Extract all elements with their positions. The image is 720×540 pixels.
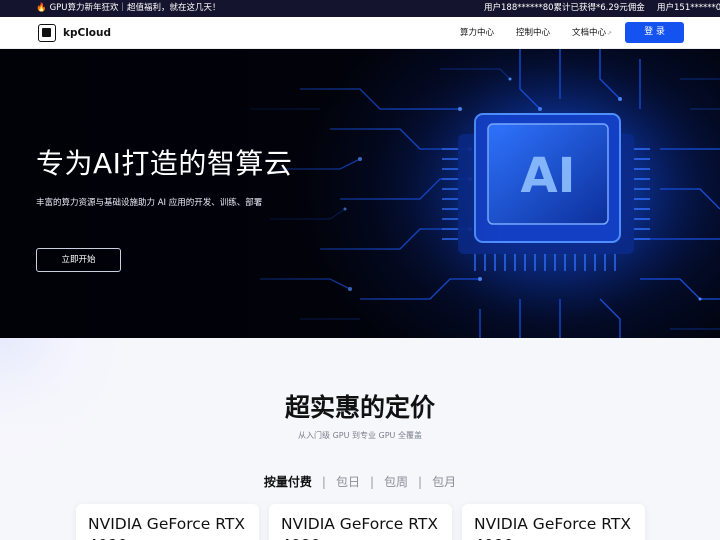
commission-notice: 用户151******09: [657, 3, 720, 13]
hero-overlay: [0, 49, 720, 338]
pricing-subtitle: 从入门级 GPU 到专业 GPU 全覆盖: [298, 431, 422, 440]
brand-name[interactable]: kpCloud: [63, 17, 111, 49]
tab-pay-as-you-go[interactable]: 按量付费: [256, 473, 320, 490]
get-started-button[interactable]: 立即开始: [36, 248, 121, 272]
gpu-card[interactable]: NVIDIA GeForce RTX 4090: [76, 504, 259, 540]
announcement-bar: 🔥 GPU算力新年狂欢｜超值福利，就在这几天！ 用户188******80累计已获…: [0, 0, 720, 17]
gpu-name: NVIDIA GeForce RTX 4090: [88, 515, 245, 540]
promo-text: GPU算力新年狂欢｜超值福利，就在这几天！: [49, 3, 221, 13]
gpu-name: NVIDIA GeForce RTX 4090: [281, 515, 438, 540]
tab-divider: |: [369, 475, 375, 489]
external-link-icon: ↗: [607, 30, 613, 37]
nav-compute-center[interactable]: 算力中心: [460, 17, 494, 49]
tab-daily[interactable]: 包日: [328, 473, 368, 490]
pricing-title: 超实惠的定价: [284, 393, 435, 422]
chip-logo-icon[interactable]: [38, 24, 56, 42]
hero-subtitle: 丰富的算力资源与基础设施助力 AI 应用的开发、训练、部署: [36, 198, 263, 208]
billing-tabs: 按量付费 | 包日 | 包周 | 包月: [0, 473, 720, 490]
tab-weekly[interactable]: 包周: [376, 473, 416, 490]
commission-notice: 用户188******80累计已获得*6.29元佣金: [484, 3, 645, 13]
gpu-card[interactable]: NVIDIA GeForce RTX 4090: [269, 504, 452, 540]
main-navbar: kpCloud 算力中心 控制中心 文档中心↗ 登 录: [0, 17, 720, 49]
hero-title: 专为AI打造的智算云: [36, 147, 293, 180]
gpu-card[interactable]: NVIDIA GeForce RTX 4090: [462, 504, 645, 540]
nav-console[interactable]: 控制中心: [516, 17, 550, 49]
tab-divider: |: [321, 475, 326, 489]
promo-banner[interactable]: 🔥 GPU算力新年狂欢｜超值福利，就在这几天！: [36, 0, 221, 17]
tab-divider: |: [418, 475, 423, 489]
login-button[interactable]: 登 录: [625, 22, 684, 43]
gpu-name: NVIDIA GeForce RTX 4090: [474, 515, 631, 540]
fire-icon: 🔥: [36, 3, 47, 13]
hero-banner: AI 专为AI打造的智算云 丰富的算力资源与基础设施助力 AI 应用的开发、训练…: [0, 49, 720, 338]
tab-monthly[interactable]: 包月: [424, 473, 464, 490]
nav-docs[interactable]: 文档中心↗: [572, 17, 612, 50]
pricing-section: 超实惠的定价 从入门级 GPU 到专业 GPU 全覆盖 按量付费 | 包日 | 包周 | 包…: [0, 338, 720, 540]
nav-docs-label: 文档中心: [572, 28, 607, 38]
